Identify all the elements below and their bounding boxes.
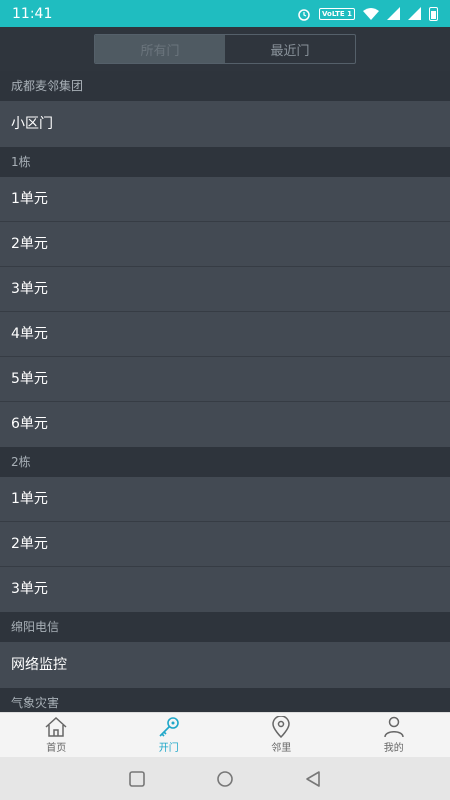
tabs-bar: 所有门 最近门: [0, 27, 450, 71]
key-icon: [159, 717, 179, 737]
nav-home[interactable]: 首页: [0, 713, 113, 757]
signal-icon: [387, 7, 400, 20]
nav-mine[interactable]: 我的: [338, 713, 450, 757]
location-pin-icon: [272, 716, 291, 738]
list-item[interactable]: 4单元: [0, 312, 450, 357]
nav-label: 首页: [46, 743, 67, 754]
section-header: 绵阳电信: [0, 612, 450, 642]
signal-icon-2: [408, 7, 421, 20]
door-list-content: 所有门 最近门 成都麦邻集团 小区门 1栋 1单元 2单元 3单元 4单元 5单…: [0, 27, 450, 712]
tab-all-doors[interactable]: 所有门: [95, 35, 225, 63]
back-icon[interactable]: [304, 770, 322, 788]
system-nav-bar: [0, 757, 450, 800]
volte-badge: VoLTE 1: [318, 7, 355, 20]
nav-label: 开门: [158, 743, 179, 754]
wifi-icon: [363, 7, 379, 20]
home-icon: [45, 716, 67, 737]
list-item[interactable]: 3单元: [0, 267, 450, 312]
status-bar: 11:41 VoLTE 1: [0, 0, 450, 27]
recents-icon[interactable]: [128, 770, 146, 788]
list-item[interactable]: 3单元: [0, 567, 450, 612]
alarm-icon: [298, 8, 310, 21]
list-item[interactable]: 小区门: [0, 101, 450, 147]
door-tabs: 所有门 最近门: [94, 34, 356, 64]
list-item[interactable]: 1单元: [0, 177, 450, 222]
status-icons: VoLTE 1: [297, 6, 438, 21]
list-item[interactable]: 2单元: [0, 522, 450, 567]
tab-recent-doors[interactable]: 最近门: [225, 35, 355, 63]
list-item[interactable]: 网络监控: [0, 642, 450, 688]
nav-label: 邻里: [271, 743, 292, 754]
section-header: 气象灾害: [0, 688, 450, 712]
nav-open-door[interactable]: 开门: [113, 713, 226, 757]
section-header: 成都麦邻集团: [0, 71, 450, 101]
status-time: 11:41: [12, 5, 53, 22]
list-item[interactable]: 5单元: [0, 357, 450, 402]
nav-neighbors[interactable]: 邻里: [225, 713, 338, 757]
bottom-nav: 首页 开门 邻里 我的: [0, 712, 450, 757]
user-icon: [384, 716, 404, 738]
list-item[interactable]: 2单元: [0, 222, 450, 267]
section-header: 2栋: [0, 447, 450, 477]
nav-label: 我的: [383, 743, 404, 754]
list-item[interactable]: 6单元: [0, 402, 450, 447]
list-item[interactable]: 1单元: [0, 477, 450, 522]
section-header: 1栋: [0, 147, 450, 177]
battery-icon: [429, 6, 438, 21]
home-circle-icon[interactable]: [216, 770, 234, 788]
